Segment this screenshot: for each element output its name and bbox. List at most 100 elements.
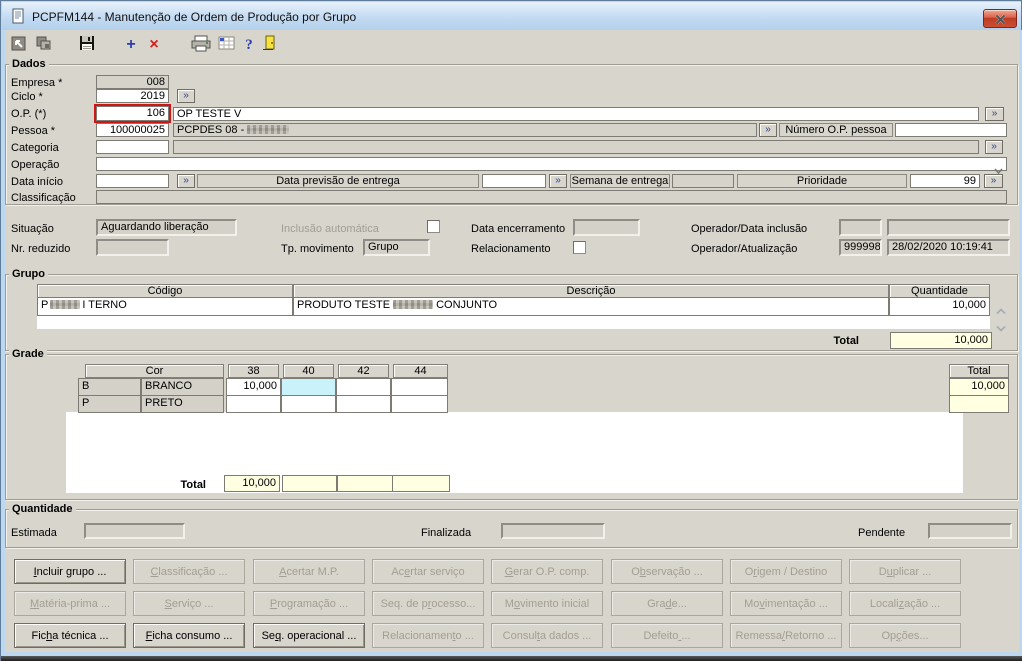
cascade-windows-icon[interactable] bbox=[32, 35, 56, 57]
origem-destino-button: Origem / Destino bbox=[730, 559, 842, 584]
goto-record-icon[interactable] bbox=[7, 35, 31, 57]
defeito-button: Defeito ... bbox=[611, 623, 723, 648]
movimentacao-button: Movimentação ... bbox=[730, 591, 842, 616]
op-lookup-button[interactable]: » bbox=[985, 107, 1004, 121]
grupo-cell-descricao[interactable]: PRODUTO TESTE CONJUNTO bbox=[293, 297, 889, 316]
scroll-up-icon[interactable] bbox=[996, 302, 1006, 320]
op-field[interactable]: 106 bbox=[96, 106, 169, 121]
save-icon[interactable] bbox=[75, 35, 99, 57]
finalizada-field bbox=[501, 523, 605, 539]
pessoa-field[interactable]: 100000025 bbox=[96, 123, 169, 137]
grade-cell[interactable] bbox=[391, 378, 448, 396]
categoria-description-field bbox=[173, 140, 979, 154]
ficha-tecnica-button[interactable]: Ficha técnica ... bbox=[14, 623, 126, 648]
operador-inclusao-label: Operador/Data inclusão bbox=[691, 223, 808, 235]
classificacao-field bbox=[96, 190, 1007, 204]
grupo-header-codigo: Código bbox=[37, 284, 293, 298]
descricao-text: PRODUTO TESTE bbox=[297, 299, 391, 311]
grade-cell[interactable] bbox=[336, 395, 391, 413]
data-inicio-field[interactable] bbox=[96, 174, 169, 188]
nr-reduzido-field bbox=[96, 239, 169, 256]
pessoa-lookup-button[interactable]: » bbox=[759, 123, 777, 137]
prioridade-lookup-button[interactable]: » bbox=[984, 174, 1003, 188]
numero-op-pessoa-field[interactable] bbox=[895, 123, 1007, 137]
grade-row-total bbox=[949, 395, 1009, 413]
descricao-text: CONJUNTO bbox=[436, 299, 498, 311]
op-description-field[interactable]: OP TESTE V bbox=[173, 107, 979, 121]
window-frame bbox=[1, 30, 5, 656]
operacao-combobox[interactable] bbox=[96, 157, 1007, 171]
grupo-cell-codigo[interactable]: P I TERNO bbox=[37, 297, 293, 316]
scroll-down-icon[interactable] bbox=[996, 319, 1006, 337]
close-button[interactable] bbox=[983, 9, 1017, 28]
tp-movimento-field: Grupo bbox=[363, 239, 430, 256]
acertar-servico-button: Acertar serviço bbox=[372, 559, 484, 584]
previsao-entrega-field[interactable] bbox=[482, 174, 546, 188]
inclusao-automatica-label: Inclusão automática bbox=[281, 223, 379, 235]
redacted-text bbox=[393, 300, 434, 309]
add-icon[interactable]: + bbox=[119, 35, 143, 57]
duplicar-button: Duplicar ... bbox=[849, 559, 961, 584]
grupo-header-descricao: Descrição bbox=[293, 284, 889, 298]
grade-total-label: Total bbox=[180, 479, 206, 491]
grade-col-total: 10,000 bbox=[224, 475, 280, 492]
grade-header-size: 40 bbox=[283, 364, 334, 378]
data-inicio-calendar-button[interactable]: » bbox=[177, 174, 195, 188]
inclusao-automatica-checkbox[interactable] bbox=[427, 220, 440, 233]
grid-icon[interactable] bbox=[215, 35, 239, 57]
codigo-text: I TERNO bbox=[82, 299, 127, 311]
exit-icon[interactable] bbox=[257, 35, 281, 57]
grupo-cell-quantidade[interactable]: 10,000 bbox=[889, 297, 990, 316]
programacao-button: Programação ... bbox=[253, 591, 365, 616]
ciclo-lookup-button[interactable]: » bbox=[177, 89, 195, 103]
incluir-grupo-button[interactable]: Incluir grupo ... bbox=[14, 559, 126, 584]
grade-col-total bbox=[337, 475, 393, 492]
grade-header-cor: Cor bbox=[85, 364, 224, 378]
acertar-mp-button: Acertar M.P. bbox=[253, 559, 365, 584]
pendente-field bbox=[928, 523, 1012, 539]
operador-atualizacao-label: Operador/Atualização bbox=[691, 243, 798, 255]
quantidade-legend: Quantidade bbox=[9, 503, 76, 515]
grade-cell[interactable] bbox=[391, 395, 448, 413]
tp-movimento-label: Tp. movimento bbox=[281, 243, 354, 255]
previsao-calendar-button[interactable]: » bbox=[549, 174, 567, 188]
relacionamento-checkbox[interactable] bbox=[573, 241, 586, 254]
grade-col-total bbox=[392, 475, 450, 492]
prioridade-field[interactable]: 99 bbox=[910, 174, 980, 188]
grade-cell[interactable]: 10,000 bbox=[226, 378, 281, 396]
grade-cell[interactable] bbox=[226, 395, 281, 413]
grade-row-color: BRANCO bbox=[141, 378, 224, 396]
grade-cell[interactable] bbox=[336, 378, 391, 396]
grade-header-total: Total bbox=[949, 364, 1009, 378]
operador-inclusao-code-field bbox=[839, 219, 882, 236]
prioridade-label: Prioridade bbox=[737, 174, 907, 188]
consulta-dados-button: Consulta dados ... bbox=[491, 623, 603, 648]
delete-icon[interactable]: × bbox=[142, 35, 166, 57]
relacionamento-button: Relacionamento ... bbox=[372, 623, 484, 648]
op-label: O.P. (*) bbox=[11, 108, 47, 120]
close-icon bbox=[995, 14, 1006, 25]
classificacao-label: Classificação bbox=[11, 192, 76, 204]
estimada-field bbox=[84, 523, 185, 539]
ficha-consumo-button[interactable]: Ficha consumo ... bbox=[133, 623, 245, 648]
categoria-lookup-button[interactable]: » bbox=[985, 140, 1003, 154]
pessoa-description-text: PCPDES 08 - bbox=[177, 124, 248, 136]
codigo-text: P bbox=[41, 299, 49, 311]
grade-header-size: 42 bbox=[338, 364, 389, 378]
operacao-label: Operação bbox=[11, 159, 60, 171]
data-encerramento-field bbox=[573, 219, 640, 236]
print-icon[interactable] bbox=[189, 35, 213, 57]
grade-cell[interactable] bbox=[281, 395, 336, 413]
nr-reduzido-label: Nr. reduzido bbox=[11, 243, 71, 255]
seq-operacional-button[interactable]: Seq. operacional ... bbox=[253, 623, 365, 648]
empresa-field: 008 bbox=[96, 75, 169, 89]
categoria-field[interactable] bbox=[96, 140, 169, 154]
grade-cell-selected[interactable] bbox=[281, 378, 336, 396]
title-bar: PCPFM144 - Manutenção de Ordem de Produç… bbox=[2, 2, 1021, 30]
remessa-retorno-button: Remessa/Retorno ... bbox=[730, 623, 842, 648]
grade-header-size: 44 bbox=[393, 364, 448, 378]
opcoes-button: Opções... bbox=[849, 623, 961, 648]
document-icon bbox=[10, 8, 26, 29]
redacted-text bbox=[50, 300, 81, 309]
ciclo-field[interactable]: 2019 bbox=[96, 89, 169, 103]
